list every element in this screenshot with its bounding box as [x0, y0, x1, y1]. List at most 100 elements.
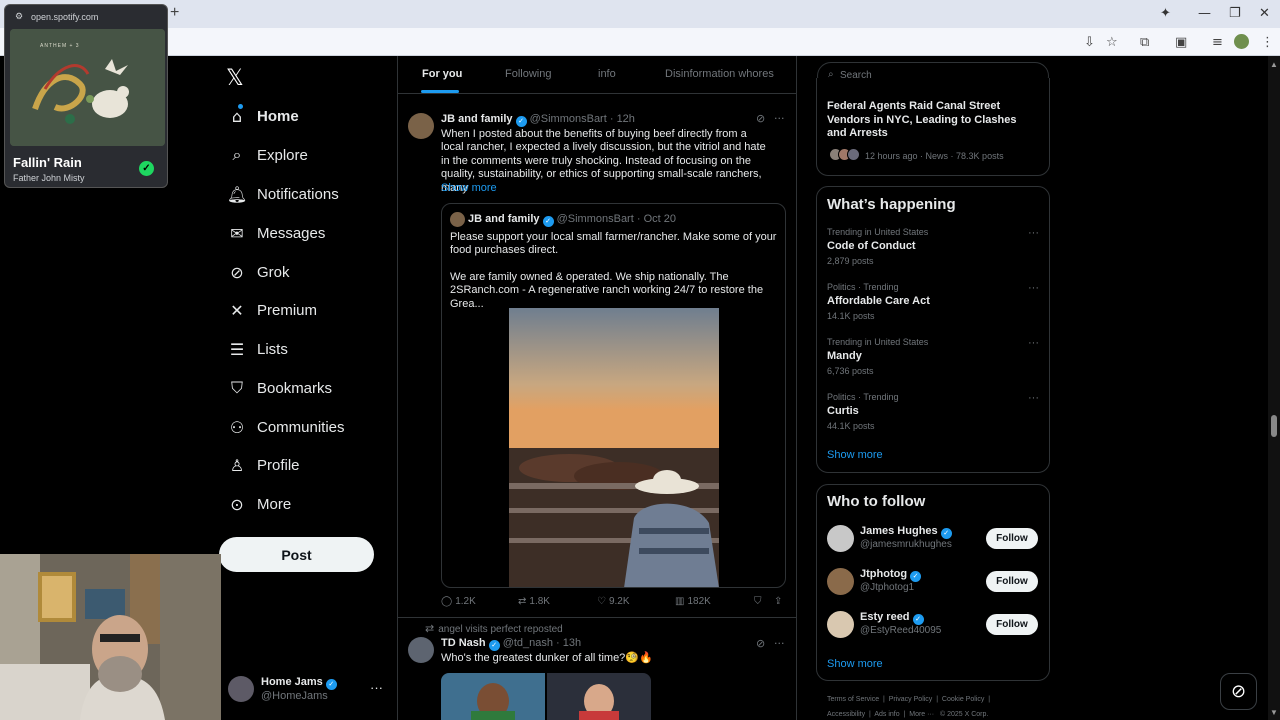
more-dots-icon[interactable]: ··· — [1028, 282, 1039, 294]
avatar[interactable] — [408, 637, 434, 663]
author-name[interactable]: JB and family — [441, 113, 513, 125]
tweet-photos[interactable] — [441, 673, 651, 720]
trend-item[interactable]: Politics · Trending Affordable Care Act … — [827, 282, 1039, 321]
extensions-icon[interactable]: ⧉ — [1140, 35, 1149, 50]
new-tab-button[interactable]: + — [170, 4, 179, 22]
show-more-link[interactable]: Show more — [827, 658, 883, 670]
reading-list-icon[interactable]: ≡ — [1212, 35, 1223, 50]
person-icon: ♙ — [229, 455, 245, 475]
tab-info[interactable]: info — [598, 68, 616, 80]
spotify-mini-player[interactable]: ⚙ open.spotify.com ANTHEM + 3 Fallin' Ra… — [4, 4, 168, 188]
avatar — [450, 212, 465, 227]
follow-button[interactable]: Follow — [986, 614, 1038, 635]
bookmark-icon[interactable]: ⛉ — [754, 596, 762, 607]
tab-disinformation-whores[interactable]: Disinformation whores — [665, 68, 774, 80]
share-icon[interactable]: ⇪ — [774, 596, 782, 607]
tab-for-you[interactable]: For you — [422, 68, 462, 80]
author-handle[interactable]: @td_nash — [503, 637, 553, 649]
nav-messages[interactable]: ✉ Messages — [226, 218, 325, 248]
bookmark-star-icon[interactable]: ☆ — [1106, 35, 1118, 50]
nav-profile[interactable]: ♙ Profile — [226, 450, 300, 480]
avatar — [847, 148, 860, 161]
follow-button[interactable]: Follow — [986, 528, 1038, 549]
views-button[interactable]: ▥ 182K — [675, 596, 711, 607]
trend-item[interactable]: Trending in United States Mandy 6,736 po… — [827, 337, 1039, 376]
quoted-tweet[interactable]: JB and family ✓ @SimmonsBart · Oct 20 Ple… — [441, 203, 786, 588]
show-more-link[interactable]: Show more — [827, 449, 883, 461]
sparkle-icon[interactable]: ✦ — [1160, 6, 1171, 21]
show-more-link[interactable]: Show more — [441, 182, 497, 194]
footer-link[interactable]: More ··· — [909, 711, 934, 718]
x-logo-icon[interactable]: 𝕏 — [226, 66, 244, 91]
nav-bookmarks[interactable]: ⛉ Bookmarks — [226, 373, 332, 403]
repost-button[interactable]: ⇄ 1.8K — [518, 596, 550, 607]
footer-link[interactable]: Cookie Policy — [942, 696, 984, 703]
close-icon[interactable]: ✕ — [1259, 6, 1270, 21]
browser-menu-icon[interactable]: ⋮ — [1261, 35, 1274, 50]
repost-note[interactable]: angel visits perfect reposted — [438, 624, 563, 635]
media-icon[interactable]: ▣ — [1175, 35, 1187, 50]
ranch-photo[interactable] — [509, 308, 719, 587]
tab-following[interactable]: Following — [505, 68, 551, 80]
bell-icon: 🔔︎ — [226, 184, 248, 204]
scrollbar[interactable] — [1268, 56, 1280, 720]
reply-icon: ◯ — [441, 596, 453, 607]
minimize-icon[interactable]: — — [1198, 6, 1211, 21]
nav-notifications[interactable]: 🔔︎ Notifications — [226, 179, 339, 209]
saved-check-icon[interactable]: ✓ — [139, 161, 154, 176]
nav-premium[interactable]: ✕ Premium — [226, 295, 317, 325]
trend-title: Affordable Care Act — [827, 295, 930, 307]
install-app-icon[interactable]: ⇩ — [1084, 35, 1095, 50]
nav-grok[interactable]: ⊘ Grok — [226, 257, 289, 287]
more-dots-icon[interactable]: ··· — [774, 112, 785, 125]
trend-item[interactable]: Trending in United States Code of Conduc… — [827, 227, 1039, 266]
nav-more[interactable]: ⊙ More — [226, 489, 291, 519]
more-dots-icon[interactable]: ··· — [370, 680, 383, 695]
footer-link[interactable]: Terms of Service — [827, 696, 879, 703]
tweet-time[interactable]: 12h — [617, 113, 635, 125]
footer-link[interactable]: Ads info — [874, 711, 899, 718]
view-count: 182K — [687, 596, 711, 607]
nav-home[interactable]: ⌂ Home — [226, 101, 299, 131]
heart-icon: ♡ — [597, 596, 606, 607]
scroll-up-icon[interactable]: ▲ — [1270, 60, 1278, 69]
author-handle[interactable]: @SimmonsBart — [530, 113, 607, 125]
follow-suggestion[interactable]: Jtphotog ✓ @Jtphotog1 Follow — [827, 568, 1039, 600]
verified-badge-icon: ✓ — [488, 640, 500, 651]
follow-suggestion[interactable]: Esty reed ✓ @EstyReed40095 Follow — [827, 611, 1039, 643]
restore-icon[interactable]: ❐ — [1229, 6, 1241, 21]
follow-button[interactable]: Follow — [986, 571, 1038, 592]
scrollbar-thumb[interactable] — [1271, 415, 1277, 437]
avatar — [827, 611, 854, 638]
avatar[interactable] — [408, 113, 434, 139]
nav-lists[interactable]: ☰ Lists — [226, 334, 288, 364]
account-switcher[interactable]: Home Jams ✓ — [261, 676, 337, 690]
avatar[interactable] — [228, 676, 254, 702]
post-button[interactable]: Post — [219, 537, 374, 572]
scroll-down-icon[interactable]: ▼ — [1270, 708, 1278, 717]
news-headline[interactable]: Federal Agents Raid Canal Street Vendors… — [827, 100, 1039, 141]
more-dots-icon[interactable]: ··· — [1028, 392, 1039, 404]
grok-icon[interactable]: ⊘ — [756, 112, 765, 125]
author-name[interactable]: TD Nash — [441, 637, 486, 649]
trend-item[interactable]: Politics · Trending Curtis 44.1K posts ·… — [827, 392, 1039, 431]
nav-explore[interactable]: ⌕ Explore — [226, 140, 308, 170]
news-meta: 12 hours ago · News · 78.3K posts — [865, 151, 1004, 161]
reply-button[interactable]: ◯ 1.2K — [441, 596, 476, 607]
grok-icon[interactable]: ⊘ — [756, 637, 765, 650]
trend-context: Trending in United States — [827, 227, 929, 237]
more-dots-icon[interactable]: ··· — [1028, 337, 1039, 349]
browser-profile-avatar[interactable] — [1234, 34, 1249, 49]
footer-link[interactable]: Privacy Policy — [889, 696, 933, 703]
footer-link[interactable]: Accessibility — [827, 711, 865, 718]
suggestion-name-text: James Hughes — [860, 525, 938, 537]
grok-icon: ⊘ — [230, 262, 244, 282]
nav-communities[interactable]: ⚇ Communities — [226, 412, 345, 442]
follow-suggestion[interactable]: James Hughes ✓ @jamesmrukhughes Follow — [827, 525, 1039, 557]
like-button[interactable]: ♡ 9.2K — [597, 596, 630, 607]
grok-icon[interactable]: ⊘ — [1220, 673, 1257, 710]
tweet-time[interactable]: 13h — [563, 637, 581, 649]
more-dots-icon[interactable]: ··· — [774, 637, 785, 650]
more-dots-icon[interactable]: ··· — [1028, 227, 1039, 239]
timeline-feed[interactable]: For you Following info Disinformation wh… — [397, 56, 797, 720]
